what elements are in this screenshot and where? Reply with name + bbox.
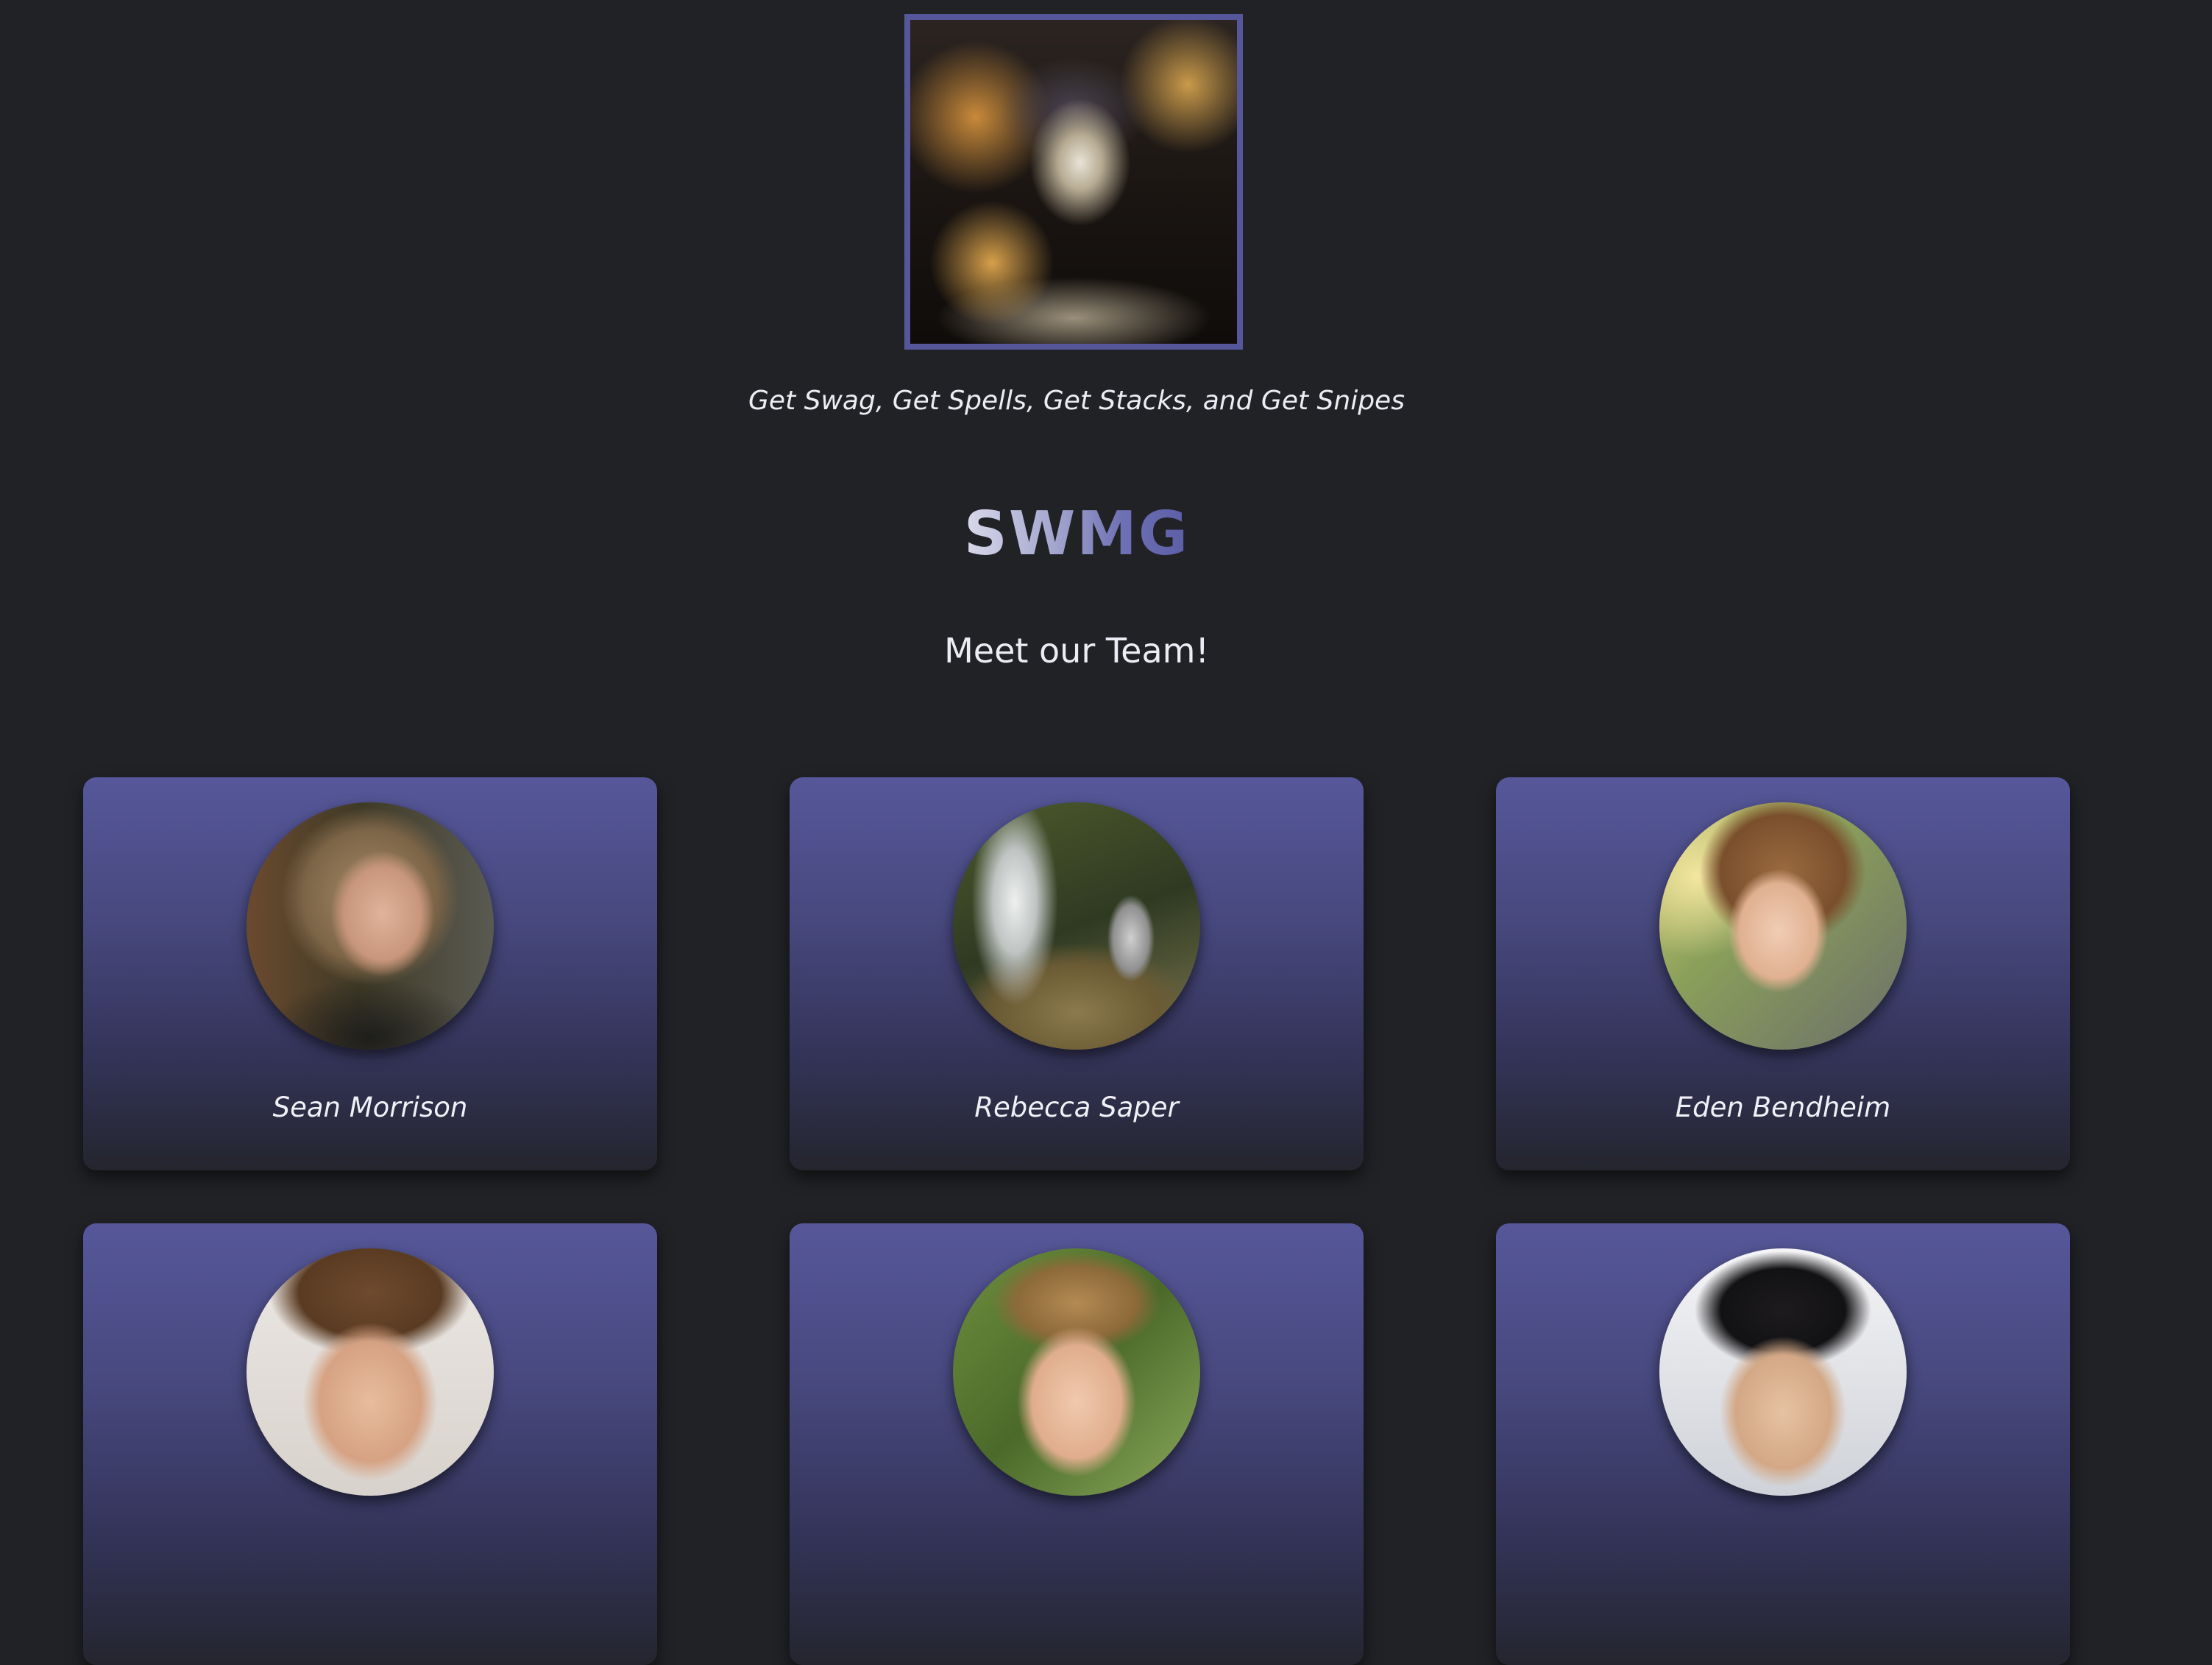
member-avatar bbox=[953, 802, 1200, 1050]
team-card bbox=[1496, 1223, 2070, 1665]
member-avatar bbox=[1659, 802, 1907, 1050]
team-card: Eden Bendheim bbox=[1496, 777, 2070, 1170]
team-card: Sean Morrison bbox=[83, 777, 657, 1170]
team-card bbox=[83, 1223, 657, 1665]
member-avatar bbox=[953, 1248, 1200, 1496]
member-avatar bbox=[247, 802, 494, 1050]
member-name: Eden Bendheim bbox=[1675, 1092, 1891, 1123]
team-heading: Meet our Team! bbox=[944, 631, 1209, 671]
hero-image bbox=[904, 14, 1243, 350]
member-name: Sean Morrison bbox=[272, 1092, 468, 1123]
member-avatar bbox=[247, 1248, 494, 1496]
brand-title: SWMG bbox=[0, 498, 2153, 571]
member-name: Rebecca Saper bbox=[974, 1092, 1179, 1123]
brand-text: SWMG bbox=[963, 499, 1190, 569]
tagline: Get Swag, Get Spells, Get Stacks, and Ge… bbox=[748, 386, 1405, 416]
team-card: Rebecca Saper bbox=[790, 777, 1364, 1170]
member-avatar bbox=[1659, 1248, 1907, 1496]
team-card bbox=[790, 1223, 1364, 1665]
